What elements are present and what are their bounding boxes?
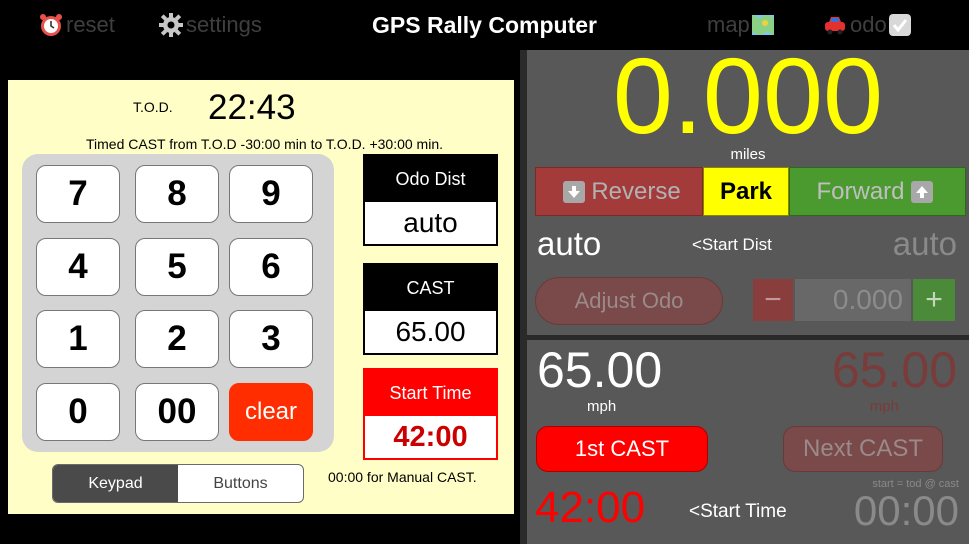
arrow-up-icon <box>910 180 933 203</box>
reverse-button[interactable]: Reverse <box>535 167 703 216</box>
key-9[interactable]: 9 <box>229 165 313 223</box>
buttons-mode-tab[interactable]: Buttons <box>178 465 303 502</box>
current-cast-unit: mph <box>587 398 617 415</box>
tod-label: T.O.D. <box>133 99 173 115</box>
cast-panel: 65.00 mph 65.00 mph 1st CAST Next CAST 4… <box>527 340 969 544</box>
current-cast-value: 65.00 <box>537 342 663 398</box>
start-time-countdown: 42:00 <box>535 483 646 532</box>
distance-unit: miles <box>730 146 766 163</box>
forward-button[interactable]: Forward <box>789 167 966 216</box>
next-cast-button[interactable]: Next CAST <box>783 426 943 472</box>
key-3[interactable]: 3 <box>229 310 313 368</box>
key-4[interactable]: 4 <box>36 238 120 296</box>
checkbox-checked-icon <box>887 12 913 38</box>
odometer-distance: 0.000 <box>612 35 884 156</box>
cast-box[interactable]: CAST 65.00 <box>363 263 498 355</box>
settings-label: settings <box>186 12 262 37</box>
key-7[interactable]: 7 <box>36 165 120 223</box>
key-6[interactable]: 6 <box>229 238 313 296</box>
odo-dist-value: auto <box>403 207 458 238</box>
adjust-odo-button[interactable]: Adjust Odo <box>535 277 723 325</box>
start-time-value: 42:00 <box>393 420 468 453</box>
app-title: GPS Rally Computer <box>372 11 597 38</box>
park-button[interactable]: Park <box>703 167 789 216</box>
cast-label: CAST <box>365 265 496 311</box>
decrement-button[interactable]: − <box>753 279 793 321</box>
odo-dist-box[interactable]: Odo Dist auto <box>363 154 498 246</box>
settings-button[interactable]: settings <box>158 9 262 41</box>
manual-cast-note: 00:00 for Manual CAST. <box>328 469 477 485</box>
next-start-time: 00:00 <box>853 487 959 534</box>
timed-cast-note: Timed CAST from T.O.D -30:00 min to T.O.… <box>86 136 443 152</box>
tod-value: 22:43 <box>208 88 296 127</box>
reset-button[interactable]: reset <box>38 9 115 41</box>
entry-panel: T.O.D. 22:43 Timed CAST from T.O.D -30:0… <box>8 80 514 514</box>
cast-value: 65.00 <box>395 316 466 347</box>
key-8[interactable]: 8 <box>135 165 219 223</box>
clear-button[interactable]: clear <box>229 383 313 441</box>
key-1[interactable]: 1 <box>36 310 120 368</box>
key-00[interactable]: 00 <box>135 383 219 441</box>
odometer-panel: 0.000 miles Reverse Park Forward auto <S… <box>527 42 969 335</box>
reverse-label: Reverse <box>591 177 681 205</box>
start-time-label: Start Time <box>365 370 496 416</box>
gear-icon <box>158 12 184 38</box>
keypad-mode-tab[interactable]: Keypad <box>53 465 178 502</box>
arrow-down-icon <box>563 180 586 203</box>
odo-mode-value: auto <box>537 225 602 262</box>
odo-dist-label: Odo Dist <box>365 156 496 202</box>
key-0[interactable]: 0 <box>36 383 120 441</box>
key-2[interactable]: 2 <box>135 310 219 368</box>
input-mode-toggle: Keypad Buttons <box>52 464 304 503</box>
reset-label: reset <box>66 12 115 37</box>
start-dist-label: <Start Dist <box>692 235 772 254</box>
first-cast-button[interactable]: 1st CAST <box>536 426 708 472</box>
next-cast-unit: mph <box>869 398 899 415</box>
increment-button[interactable]: + <box>913 279 955 321</box>
start-dist-value: auto <box>892 225 957 262</box>
vertical-divider <box>520 50 527 544</box>
numeric-keypad: 7 8 9 4 5 6 1 2 3 0 00 clear <box>22 154 334 452</box>
key-5[interactable]: 5 <box>135 238 219 296</box>
forward-label: Forward <box>816 177 905 205</box>
direction-selector: Reverse Park Forward <box>535 167 966 216</box>
next-cast-value: 65.00 <box>831 342 957 398</box>
start-time-caption: <Start Time <box>689 501 787 522</box>
start-time-box[interactable]: Start Time 42:00 <box>363 368 498 460</box>
alarm-clock-icon <box>38 12 64 38</box>
adjust-value: 0.000 <box>795 279 911 321</box>
park-label: Park <box>719 177 773 205</box>
